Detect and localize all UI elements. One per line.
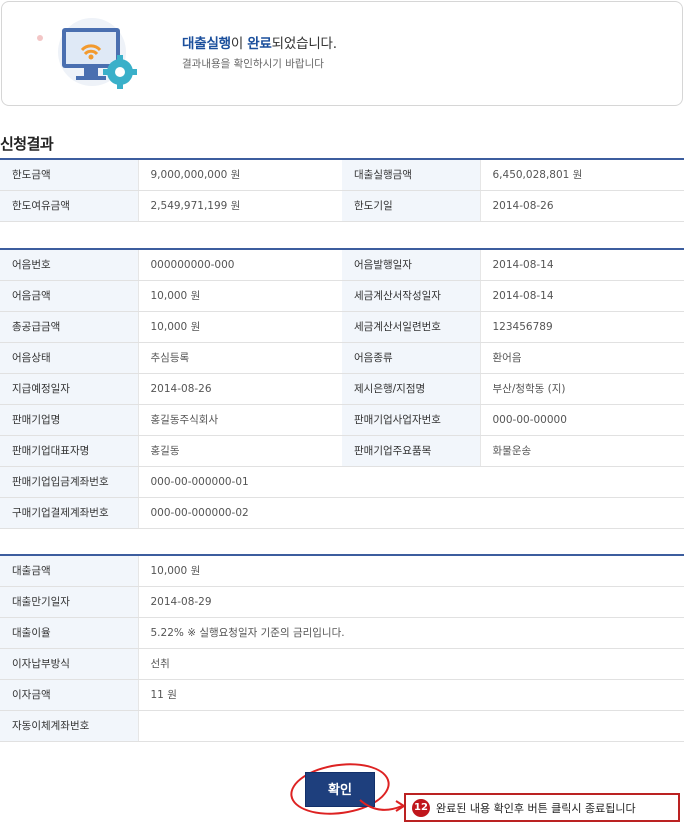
- field-value: 9,000,000,000 원: [138, 159, 342, 191]
- field-label: 어음발행일자: [342, 249, 481, 281]
- table-row: 이자금액 11 원: [0, 679, 684, 711]
- table-row: 대출금액 10,000 원: [0, 555, 684, 587]
- table-row: 어음상태 추심등록 어음종류 환어음: [0, 342, 684, 374]
- field-value: 2014-08-26: [480, 190, 684, 222]
- section-title: 신청결과: [0, 135, 54, 153]
- field-value: 선취: [138, 648, 684, 680]
- field-value: 11 원: [138, 679, 684, 711]
- field-label: 어음상태: [0, 342, 139, 374]
- completion-notice: 대출실행이 완료되었습니다. 결과내용을 확인하시기 바랍니다: [1, 1, 683, 106]
- field-value: 5.22% ※ 실행요청일자 기준의 금리입니다.: [138, 617, 684, 649]
- field-value: 환어음: [480, 342, 684, 374]
- field-label: 판매기업사업자번호: [342, 404, 481, 436]
- field-value: [138, 710, 684, 742]
- field-label: 어음종류: [342, 342, 481, 374]
- field-label: 한도여유금액: [0, 190, 139, 222]
- table-row: 판매기업명 홍길동주식회사 판매기업사업자번호 000-00-00000: [0, 404, 684, 436]
- table-row: 어음번호 000000000-000 어음발행일자 2014-08-14: [0, 249, 684, 281]
- table-row: 구매기업결제계좌번호 000-00-000000-02: [0, 497, 684, 529]
- field-label: 판매기업명: [0, 404, 139, 436]
- table-row: 대출만기일자 2014-08-29: [0, 586, 684, 618]
- field-value: 10,000 원: [138, 280, 342, 312]
- field-value: 홍길동: [138, 435, 342, 467]
- field-value: 화물운송: [480, 435, 684, 467]
- field-label: 지급예정일자: [0, 373, 139, 405]
- field-value: 000-00-000000-01: [138, 466, 684, 498]
- callout-text: 완료된 내용 확인후 버튼 클릭시 종료됩니다: [436, 801, 636, 815]
- field-value: 부산/청학동 (지): [480, 373, 684, 405]
- field-value: 000000000-000: [138, 249, 342, 281]
- field-value: 홍길동주식회사: [138, 404, 342, 436]
- field-value: 2014-08-14: [480, 280, 684, 312]
- pointer-arrow-icon: [359, 799, 406, 812]
- monitor-gear-icon: [37, 18, 137, 89]
- table-row: 판매기업입금계좌번호 000-00-000000-01: [0, 466, 684, 498]
- field-label: 한도금액: [0, 159, 139, 191]
- field-label: 대출실행금액: [342, 159, 481, 191]
- field-label: 이자납부방식: [0, 648, 139, 680]
- table-row: 자동이체계좌번호: [0, 710, 684, 742]
- field-value: 2014-08-26: [138, 373, 342, 405]
- field-label: 판매기업대표자명: [0, 435, 139, 467]
- field-label: 자동이체계좌번호: [0, 710, 139, 742]
- field-value: 10,000 원: [138, 555, 684, 587]
- field-value: 2,549,971,199 원: [138, 190, 342, 222]
- step-callout: 12 완료된 내용 확인후 버튼 클릭시 종료됩니다: [404, 793, 680, 822]
- completion-message: 대출실행이 완료되었습니다.: [182, 36, 337, 52]
- bill-table: 어음번호 000000000-000 어음발행일자 2014-08-14 어음금액 10,…: [0, 248, 684, 529]
- field-value: 10,000 원: [138, 311, 342, 343]
- field-value: 2014-08-14: [480, 249, 684, 281]
- field-label: 대출이율: [0, 617, 139, 649]
- table-row: 대출이율 5.22% ※ 실행요청일자 기준의 금리입니다.: [0, 617, 684, 649]
- table-row: 판매기업대표자명 홍길동 판매기업주요품목 화물운송: [0, 435, 684, 467]
- completion-subtext: 결과내용을 확인하시기 바랍니다: [182, 58, 324, 70]
- field-value: 000-00-000000-02: [138, 497, 684, 529]
- field-label: 대출금액: [0, 555, 139, 587]
- field-value: 추심등록: [138, 342, 342, 374]
- table-row: 이자납부방식 선취: [0, 648, 684, 680]
- field-label: 대출만기일자: [0, 586, 139, 618]
- field-label: 총공급금액: [0, 311, 139, 343]
- table-row: 한도여유금액 2,549,971,199 원 한도기일 2014-08-26: [0, 190, 684, 222]
- field-value: 2014-08-29: [138, 586, 684, 618]
- field-label: 판매기업입금계좌번호: [0, 466, 139, 498]
- field-value: 000-00-00000: [480, 404, 684, 436]
- field-label: 세금계산서작성일자: [342, 280, 481, 312]
- field-label: 세금계산서일련번호: [342, 311, 481, 343]
- field-label: 어음번호: [0, 249, 139, 281]
- field-label: 이자금액: [0, 679, 139, 711]
- table-row: 총공급금액 10,000 원 세금계산서일련번호 123456789: [0, 311, 684, 343]
- table-row: 한도금액 9,000,000,000 원 대출실행금액 6,450,028,801 원: [0, 159, 684, 191]
- field-label: 한도기일: [342, 190, 481, 222]
- field-label: 판매기업주요품목: [342, 435, 481, 467]
- table-row: 어음금액 10,000 원 세금계산서작성일자 2014-08-14: [0, 280, 684, 312]
- field-label: 어음금액: [0, 280, 139, 312]
- field-value: 6,450,028,801 원: [480, 159, 684, 191]
- summary-table: 한도금액 9,000,000,000 원 대출실행금액 6,450,028,801 원…: [0, 158, 684, 222]
- step-badge: 12: [412, 798, 430, 817]
- field-label: 제시은행/지점명: [342, 373, 481, 405]
- loan-table: 대출금액 10,000 원 대출만기일자 2014-08-29 대출이율 5.22% ※ …: [0, 554, 684, 742]
- field-label: 구매기업결제계좌번호: [0, 497, 139, 529]
- table-row: 지급예정일자 2014-08-26 제시은행/지점명 부산/청학동 (지): [0, 373, 684, 405]
- field-value: 123456789: [480, 311, 684, 343]
